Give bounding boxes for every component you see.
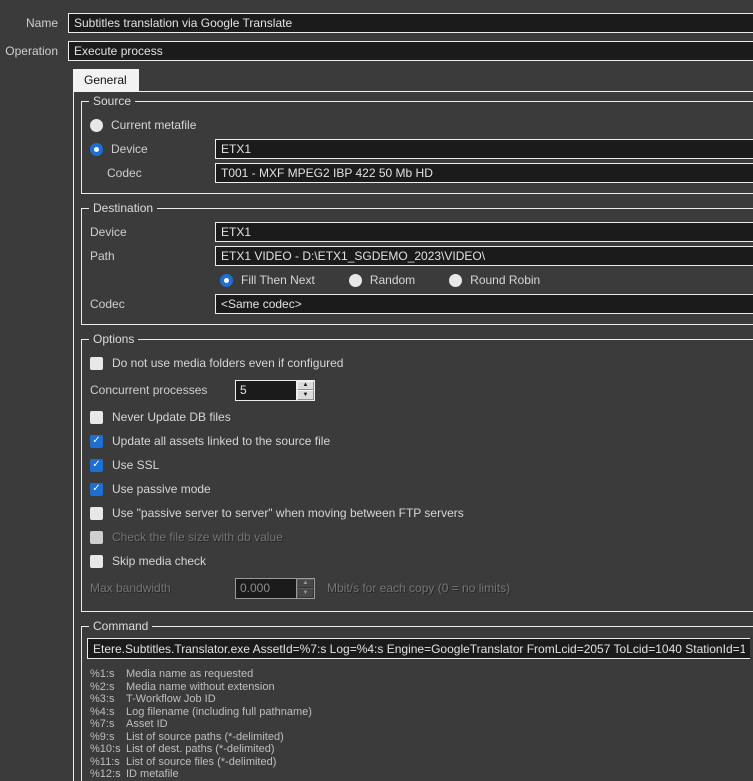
use-ssl-row: ✓ Use SSL <box>90 453 753 477</box>
placeholder-row: %11:sList of source files (*-delimited) <box>90 756 753 769</box>
dest-device-label: Device <box>90 225 215 239</box>
name-label: Name <box>0 16 58 30</box>
dest-device-row: Device <box>90 220 753 244</box>
round-robin-radio[interactable] <box>449 274 462 287</box>
operation-input[interactable] <box>68 41 753 61</box>
concurrent-processes-label: Concurrent processes <box>90 383 235 397</box>
operation-row: Operation <box>0 41 753 61</box>
update-linked-assets-checkbox[interactable]: ✓ <box>90 435 103 448</box>
operation-label: Operation <box>0 44 58 58</box>
use-passive-mode-checkbox[interactable]: ✓ <box>90 483 103 496</box>
check-file-size-checkbox[interactable]: ✓ <box>90 531 103 544</box>
placeholder-row: %2:sMedia name without extension <box>90 681 753 694</box>
concurrent-processes-row: Concurrent processes ▲ ▼ <box>90 375 753 405</box>
source-device-radio[interactable] <box>90 143 103 156</box>
dest-codec-label: Codec <box>90 297 215 311</box>
use-passive-mode-label: Use passive mode <box>112 482 211 496</box>
update-linked-assets-label: Update all assets linked to the source f… <box>112 434 330 448</box>
no-media-folders-row: ✓ Do not use media folders even if confi… <box>90 351 753 375</box>
random-radio[interactable] <box>349 274 362 287</box>
current-metafile-row: Current metafile <box>90 113 753 137</box>
placeholder-row: %4:sLog filename (including full pathnam… <box>90 706 753 719</box>
process-properties-dialog: Name Operation General Source Current me… <box>0 13 753 781</box>
destination-group-title: Destination <box>89 201 157 215</box>
passive-server-label: Use "passive server to server" when movi… <box>112 506 464 520</box>
checkmark-icon: ✓ <box>92 484 100 494</box>
use-ssl-checkbox[interactable]: ✓ <box>90 459 103 472</box>
max-bandwidth-suffix: Mbit/s for each copy (0 = no limits) <box>327 581 510 595</box>
current-metafile-label: Current metafile <box>111 118 196 132</box>
concurrent-processes-stepper: ▲ ▼ <box>235 380 315 401</box>
random-label: Random <box>370 273 415 287</box>
source-device-row: Device <box>90 137 753 161</box>
skip-media-check-row: ✓ Skip media check <box>90 549 753 573</box>
command-group: Command %1:sMedia name as requested %2:s… <box>81 626 753 781</box>
tab-bar: General <box>73 69 753 91</box>
placeholder-row: %9:sList of source paths (*-delimited) <box>90 731 753 744</box>
source-group-title: Source <box>89 94 135 108</box>
options-group: Options ✓ Do not use media folders even … <box>81 339 753 612</box>
placeholder-row: %10:sList of dest. paths (*-delimited) <box>90 743 753 756</box>
passive-server-checkbox[interactable]: ✓ <box>90 507 103 520</box>
skip-media-check-label: Skip media check <box>112 554 206 568</box>
tab-general[interactable]: General <box>73 69 139 91</box>
command-group-title: Command <box>89 619 152 633</box>
fill-then-next-radio[interactable] <box>220 274 233 287</box>
dest-path-label: Path <box>90 249 215 263</box>
fill-then-next-label: Fill Then Next <box>241 273 315 287</box>
source-codec-label: Codec <box>90 166 215 180</box>
options-group-title: Options <box>89 332 138 346</box>
source-device-input[interactable] <box>215 139 753 159</box>
dest-path-row: Path <box>90 244 753 268</box>
never-update-db-checkbox[interactable]: ✓ <box>90 411 103 424</box>
never-update-db-label: Never Update DB files <box>112 410 231 424</box>
placeholder-row: %1:sMedia name as requested <box>90 668 753 681</box>
max-bandwidth-row: Max bandwidth ▲ ▼ Mbit/s for each copy (… <box>90 573 753 603</box>
checkmark-icon: ✓ <box>92 460 100 470</box>
no-media-folders-checkbox[interactable]: ✓ <box>90 357 103 370</box>
dest-codec-row: Codec <box>90 292 753 316</box>
source-codec-input[interactable] <box>215 163 753 183</box>
placeholder-row: %12:sID metafile <box>90 768 753 781</box>
source-codec-row: Codec <box>90 161 753 185</box>
no-media-folders-label: Do not use media folders even if configu… <box>112 356 343 370</box>
general-tab-panel: Source Current metafile Device Codec Des… <box>73 91 753 781</box>
check-file-size-row: ✓ Check the file size with db value <box>90 525 753 549</box>
spin-up-button[interactable]: ▲ <box>297 381 314 391</box>
concurrent-processes-input[interactable] <box>235 380 297 401</box>
source-group: Source Current metafile Device Codec <box>81 101 753 194</box>
round-robin-label: Round Robin <box>470 273 540 287</box>
max-bandwidth-input <box>235 578 297 599</box>
check-file-size-label: Check the file size with db value <box>112 530 283 544</box>
never-update-db-row: ✓ Never Update DB files <box>90 405 753 429</box>
fill-mode-row: Fill Then Next Random Round Robin <box>90 268 753 292</box>
current-metafile-radio[interactable] <box>90 119 103 132</box>
source-device-label: Device <box>111 142 148 156</box>
spin-down-button: ▼ <box>297 588 314 598</box>
placeholder-row: %3:sT-Workflow Job ID <box>90 693 753 706</box>
checkmark-icon: ✓ <box>92 436 100 446</box>
name-input[interactable] <box>68 13 753 33</box>
skip-media-check-checkbox[interactable]: ✓ <box>90 555 103 568</box>
passive-server-row: ✓ Use "passive server to server" when mo… <box>90 501 753 525</box>
dest-codec-input[interactable] <box>215 294 753 314</box>
destination-group: Destination Device Path Fill Then Next R… <box>81 208 753 325</box>
spin-up-button: ▲ <box>297 579 314 589</box>
name-row: Name <box>0 13 753 33</box>
placeholder-legend: %1:sMedia name as requested %2:sMedia na… <box>90 668 753 781</box>
use-ssl-label: Use SSL <box>112 458 159 472</box>
command-input[interactable] <box>87 638 750 659</box>
use-passive-mode-row: ✓ Use passive mode <box>90 477 753 501</box>
dest-device-input[interactable] <box>215 222 753 242</box>
update-linked-assets-row: ✓ Update all assets linked to the source… <box>90 429 753 453</box>
max-bandwidth-label: Max bandwidth <box>90 581 235 595</box>
placeholder-row: %7:sAsset ID <box>90 718 753 731</box>
max-bandwidth-stepper: ▲ ▼ <box>235 578 315 599</box>
spin-down-button[interactable]: ▼ <box>297 390 314 400</box>
dest-path-input[interactable] <box>215 246 753 266</box>
